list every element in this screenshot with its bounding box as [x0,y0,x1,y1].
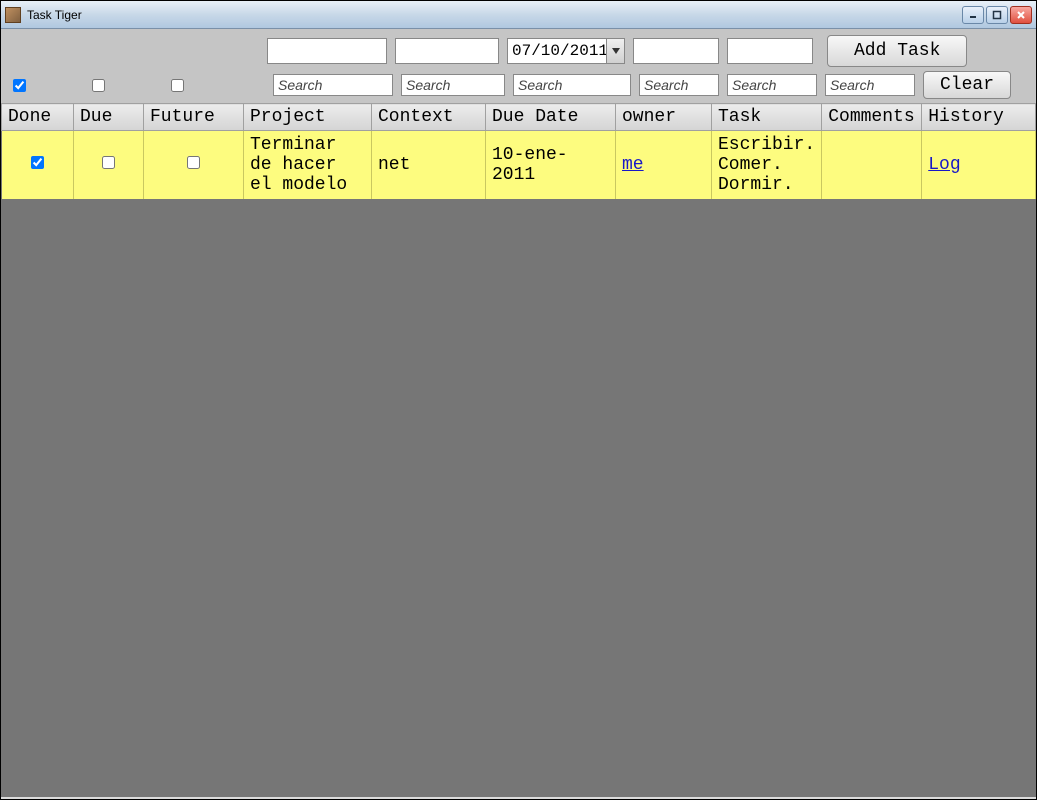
col-header-history[interactable]: History [922,104,1036,131]
row-due-checkbox[interactable] [102,156,115,169]
chevron-down-icon [612,48,620,54]
col-header-future[interactable]: Future [144,104,244,131]
cell-owner[interactable]: me [616,131,712,201]
col-header-due-date[interactable]: Due Date [486,104,616,131]
titlebar: Task Tiger [1,1,1036,29]
row-future-checkbox[interactable] [187,156,200,169]
col-header-comments[interactable]: Comments [822,104,922,131]
cell-due[interactable] [74,131,144,201]
row-done-checkbox[interactable] [31,156,44,169]
search-comments[interactable] [825,74,915,96]
context-input[interactable] [395,38,499,64]
table-row[interactable]: Terminar de hacer el modelo net 10-ene-2… [2,131,1036,201]
app-icon [5,7,21,23]
search-due-date[interactable] [513,74,631,96]
minimize-icon [968,10,978,20]
search-owner[interactable] [639,74,719,96]
task-input[interactable] [727,38,813,64]
search-project[interactable] [273,74,393,96]
close-icon [1016,10,1026,20]
add-task-button[interactable]: Add Task [827,35,967,67]
search-task[interactable] [727,74,817,96]
col-header-done[interactable]: Done [2,104,74,131]
maximize-icon [992,10,1002,20]
col-header-context[interactable]: Context [372,104,486,131]
maximize-button[interactable] [986,6,1008,24]
project-input[interactable] [267,38,387,64]
col-header-task[interactable]: Task [712,104,822,131]
header-row: Done Due Future Project Context Due Date… [2,104,1036,131]
cell-task[interactable]: Escribir. Comer. Dormir. [712,131,822,201]
col-header-due[interactable]: Due [74,104,144,131]
clear-button[interactable]: Clear [923,71,1011,99]
task-grid: Done Due Future Project Context Due Date… [1,103,1036,201]
cell-project[interactable]: Terminar de hacer el modelo [244,131,372,201]
cell-done[interactable] [2,131,74,201]
cell-due-date[interactable]: 10-ene-2011 [486,131,616,201]
task-grid-wrapper: Done Due Future Project Context Due Date… [1,103,1036,797]
close-button[interactable] [1010,6,1032,24]
owner-input[interactable] [633,38,719,64]
cell-history-log-link[interactable]: Log [922,131,1036,201]
toolbar: Add Task Clear [1,29,1036,103]
filter-done-checkbox[interactable] [13,79,26,92]
col-header-project[interactable]: Project [244,104,372,131]
filter-future-checkbox[interactable] [171,79,184,92]
window-controls [962,6,1032,24]
filter-due-checkbox[interactable] [92,79,105,92]
window-title: Task Tiger [27,8,962,22]
search-context[interactable] [401,74,505,96]
cell-context[interactable]: net [372,131,486,201]
date-dropdown-button[interactable] [606,39,624,63]
col-header-owner[interactable]: owner [616,104,712,131]
cell-future[interactable] [144,131,244,201]
minimize-button[interactable] [962,6,984,24]
cell-comments[interactable] [822,131,922,201]
